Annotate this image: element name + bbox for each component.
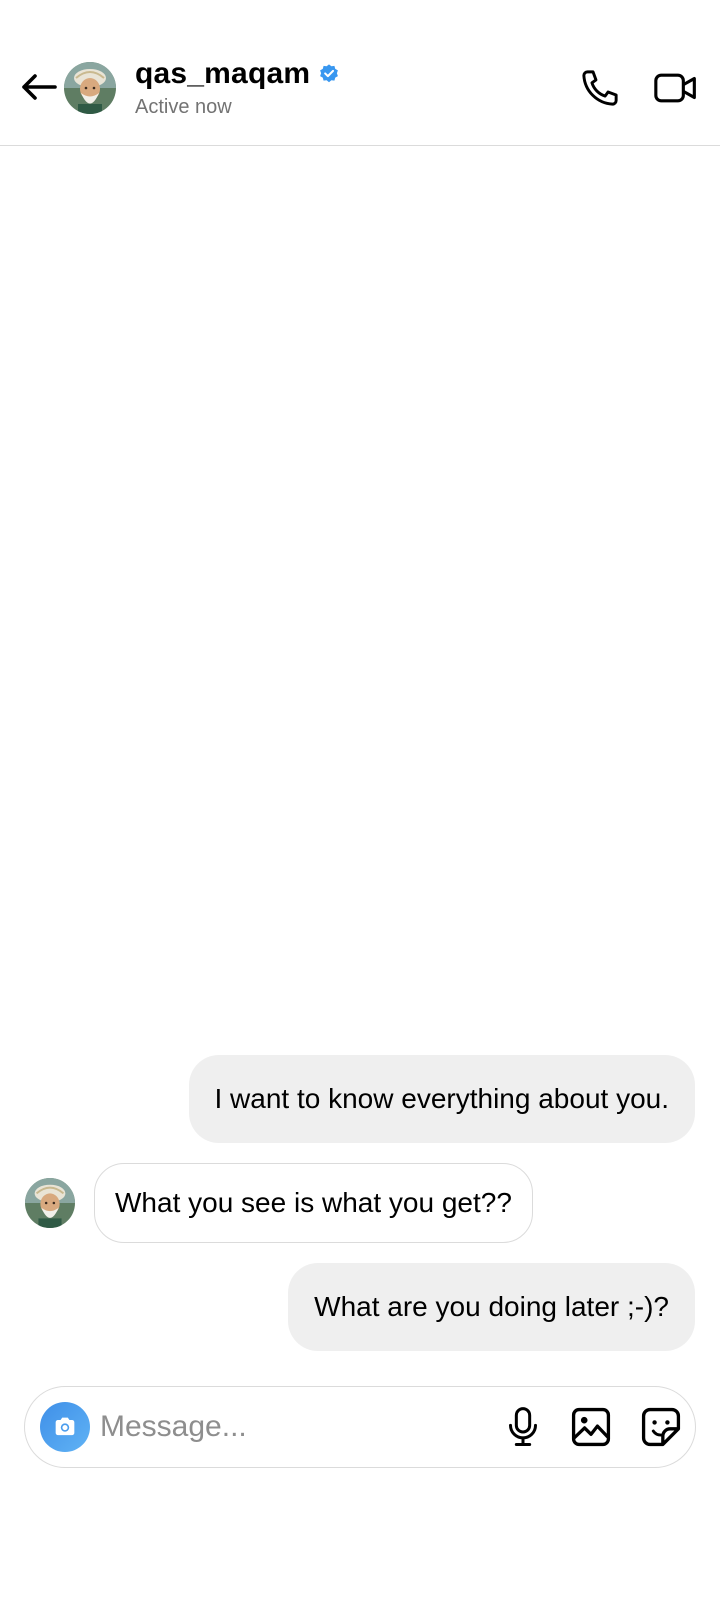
name-row[interactable]: qas_maqam <box>135 56 340 92</box>
microphone-icon[interactable] <box>503 1405 543 1449</box>
active-status: Active now <box>135 96 232 118</box>
message-avatar <box>25 1178 75 1228</box>
back-arrow-icon[interactable] <box>18 68 60 106</box>
chat-header: qas_maqam Active now <box>0 0 720 146</box>
chat-screen: qas_maqam Active now I want to know ever… <box>0 0 720 1600</box>
message-input[interactable] <box>100 1405 400 1449</box>
contact-username: qas_maqam <box>135 57 311 90</box>
message-composer <box>24 1386 696 1468</box>
sent-message[interactable]: I want to know everything about you. <box>188 1055 695 1143</box>
video-camera-icon[interactable] <box>652 66 700 110</box>
sticker-icon[interactable] <box>639 1405 683 1449</box>
verified-badge-icon <box>320 64 339 83</box>
camera-icon[interactable] <box>40 1402 90 1452</box>
avatar[interactable] <box>64 62 116 114</box>
phone-icon[interactable] <box>578 66 622 110</box>
image-icon[interactable] <box>569 1405 613 1449</box>
sent-message[interactable]: What are you doing later ;-)? <box>288 1263 695 1351</box>
received-message[interactable]: What you see is what you get?? <box>94 1163 533 1243</box>
